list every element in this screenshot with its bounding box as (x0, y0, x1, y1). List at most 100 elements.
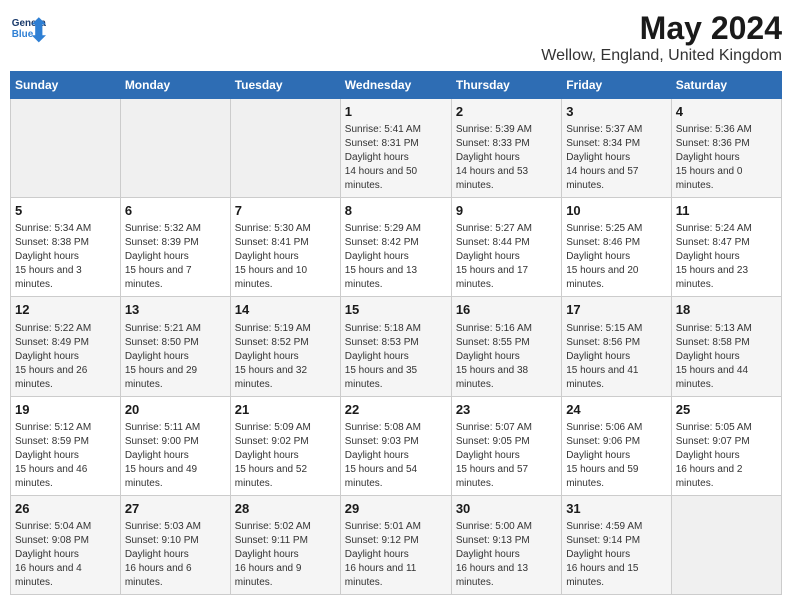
day-detail: Sunrise: 5:32 AMSunset: 8:39 PMDaylight … (125, 222, 226, 292)
day-number: 8 (345, 202, 447, 220)
calendar-day-cell: 16Sunrise: 5:16 AMSunset: 8:55 PMDayligh… (451, 297, 561, 396)
day-number: 24 (566, 401, 667, 419)
calendar-table: SundayMondayTuesdayWednesdayThursdayFrid… (10, 71, 782, 595)
day-number: 1 (345, 103, 447, 121)
day-number: 11 (676, 202, 777, 220)
calendar-week-row: 19 Sunrise: 5:12 AMSunset: 8:59 PMDayligh… (11, 396, 782, 495)
day-header-thursday: Thursday (451, 72, 561, 99)
calendar-day-cell: 8 Sunrise: 5:29 AMSunset: 8:42 PMDaylight… (340, 198, 451, 297)
day-detail: Sunrise: 5:04 AMSunset: 9:08 PMDaylight … (15, 520, 116, 590)
calendar-day-cell: 26 Sunrise: 5:04 AMSunset: 9:08 PMDayligh… (11, 495, 121, 594)
calendar-day-cell: 7 Sunrise: 5:30 AMSunset: 8:41 PMDaylight… (230, 198, 340, 297)
calendar-day-cell: 13Sunrise: 5:21 AMSunset: 8:50 PMDayligh… (120, 297, 230, 396)
day-header-friday: Friday (562, 72, 672, 99)
calendar-day-cell: 2 Sunrise: 5:39 AMSunset: 8:33 PMDaylight… (451, 99, 561, 198)
day-number: 21 (235, 401, 336, 419)
calendar-day-cell: 12Sunrise: 5:22 AMSunset: 8:49 PMDayligh… (11, 297, 121, 396)
day-number: 19 (15, 401, 116, 419)
day-detail: Sunrise: 5:37 AMSunset: 8:34 PMDaylight … (566, 123, 667, 193)
day-number: 3 (566, 103, 667, 121)
calendar-day-cell: 9 Sunrise: 5:27 AMSunset: 8:44 PMDaylight… (451, 198, 561, 297)
day-detail: Sunrise: 5:13 AMSunset: 8:58 PMDaylight … (676, 322, 777, 392)
day-number: 20 (125, 401, 226, 419)
day-detail: Sunrise: 5:21 AMSunset: 8:50 PMDaylight … (125, 322, 226, 392)
day-detail: Sunrise: 5:12 AMSunset: 8:59 PMDaylight … (15, 421, 116, 491)
day-detail: Sunrise: 5:36 AMSunset: 8:36 PMDaylight … (676, 123, 777, 193)
calendar-day-cell: 20 Sunrise: 5:11 AMSunset: 9:00 PMDayligh… (120, 396, 230, 495)
calendar-day-cell: 1 Sunrise: 5:41 AMSunset: 8:31 PMDaylight… (340, 99, 451, 198)
calendar-day-cell: 22Sunrise: 5:08 AMSunset: 9:03 PMDayligh… (340, 396, 451, 495)
calendar-day-cell: 23 Sunrise: 5:07 AMSunset: 9:05 PMDayligh… (451, 396, 561, 495)
calendar-day-cell (671, 495, 781, 594)
day-detail: Sunrise: 5:16 AMSunset: 8:55 PMDaylight … (456, 322, 557, 392)
calendar-day-cell: 15Sunrise: 5:18 AMSunset: 8:53 PMDayligh… (340, 297, 451, 396)
calendar-day-cell: 17 Sunrise: 5:15 AMSunset: 8:56 PMDayligh… (562, 297, 672, 396)
calendar-day-cell: 10Sunrise: 5:25 AMSunset: 8:46 PMDayligh… (562, 198, 672, 297)
day-number: 14 (235, 301, 336, 319)
calendar-week-row: 26 Sunrise: 5:04 AMSunset: 9:08 PMDayligh… (11, 495, 782, 594)
calendar-day-cell: 11Sunrise: 5:24 AMSunset: 8:47 PMDayligh… (671, 198, 781, 297)
calendar-day-cell (120, 99, 230, 198)
calendar-day-cell: 25Sunrise: 5:05 AMSunset: 9:07 PMDayligh… (671, 396, 781, 495)
calendar-day-cell: 27Sunrise: 5:03 AMSunset: 9:10 PMDayligh… (120, 495, 230, 594)
calendar-day-cell: 21 Sunrise: 5:09 AMSunset: 9:02 PMDayligh… (230, 396, 340, 495)
day-header-tuesday: Tuesday (230, 72, 340, 99)
day-detail: Sunrise: 5:30 AMSunset: 8:41 PMDaylight … (235, 222, 336, 292)
calendar-day-cell: 31 Sunrise: 4:59 AMSunset: 9:14 PMDayligh… (562, 495, 672, 594)
day-number: 4 (676, 103, 777, 121)
day-number: 23 (456, 401, 557, 419)
logo: General Blue (10, 10, 50, 46)
day-number: 29 (345, 500, 447, 518)
day-number: 5 (15, 202, 116, 220)
month-year-title: May 2024 (541, 10, 782, 47)
title-block: May 2024 Wellow, England, United Kingdom (541, 10, 782, 65)
calendar-week-row: 1 Sunrise: 5:41 AMSunset: 8:31 PMDaylight… (11, 99, 782, 198)
day-detail: Sunrise: 5:09 AMSunset: 9:02 PMDaylight … (235, 421, 336, 491)
day-detail: Sunrise: 4:59 AMSunset: 9:14 PMDaylight … (566, 520, 667, 590)
day-detail: Sunrise: 5:39 AMSunset: 8:33 PMDaylight … (456, 123, 557, 193)
calendar-day-cell: 30Sunrise: 5:00 AMSunset: 9:13 PMDayligh… (451, 495, 561, 594)
day-detail: Sunrise: 5:18 AMSunset: 8:53 PMDaylight … (345, 322, 447, 392)
calendar-day-cell: 5 Sunrise: 5:34 AMSunset: 8:38 PMDaylight… (11, 198, 121, 297)
day-number: 17 (566, 301, 667, 319)
day-header-sunday: Sunday (11, 72, 121, 99)
day-number: 2 (456, 103, 557, 121)
logo-icon: General Blue (10, 10, 46, 46)
location-subtitle: Wellow, England, United Kingdom (541, 47, 782, 65)
day-detail: Sunrise: 5:34 AMSunset: 8:38 PMDaylight … (15, 222, 116, 292)
day-detail: Sunrise: 5:41 AMSunset: 8:31 PMDaylight … (345, 123, 447, 193)
calendar-day-cell: 6Sunrise: 5:32 AMSunset: 8:39 PMDaylight… (120, 198, 230, 297)
day-number: 7 (235, 202, 336, 220)
day-number: 22 (345, 401, 447, 419)
day-header-monday: Monday (120, 72, 230, 99)
day-detail: Sunrise: 5:29 AMSunset: 8:42 PMDaylight … (345, 222, 447, 292)
day-detail: Sunrise: 5:22 AMSunset: 8:49 PMDaylight … (15, 322, 116, 392)
day-detail: Sunrise: 5:19 AMSunset: 8:52 PMDaylight … (235, 322, 336, 392)
day-number: 28 (235, 500, 336, 518)
calendar-day-cell: 4 Sunrise: 5:36 AMSunset: 8:36 PMDaylight… (671, 99, 781, 198)
day-detail: Sunrise: 5:27 AMSunset: 8:44 PMDaylight … (456, 222, 557, 292)
day-detail: Sunrise: 5:11 AMSunset: 9:00 PMDaylight … (125, 421, 226, 491)
calendar-day-cell: 19 Sunrise: 5:12 AMSunset: 8:59 PMDayligh… (11, 396, 121, 495)
day-detail: Sunrise: 5:15 AMSunset: 8:56 PMDaylight … (566, 322, 667, 392)
calendar-day-cell (230, 99, 340, 198)
day-detail: Sunrise: 5:06 AMSunset: 9:06 PMDaylight … (566, 421, 667, 491)
calendar-week-row: 12Sunrise: 5:22 AMSunset: 8:49 PMDayligh… (11, 297, 782, 396)
day-number: 27 (125, 500, 226, 518)
svg-text:Blue: Blue (12, 29, 34, 40)
day-header-wednesday: Wednesday (340, 72, 451, 99)
day-detail: Sunrise: 5:01 AMSunset: 9:12 PMDaylight … (345, 520, 447, 590)
day-number: 18 (676, 301, 777, 319)
calendar-header-row: SundayMondayTuesdayWednesdayThursdayFrid… (11, 72, 782, 99)
day-header-saturday: Saturday (671, 72, 781, 99)
calendar-day-cell: 29 Sunrise: 5:01 AMSunset: 9:12 PMDayligh… (340, 495, 451, 594)
calendar-day-cell: 14 Sunrise: 5:19 AMSunset: 8:52 PMDayligh… (230, 297, 340, 396)
day-number: 10 (566, 202, 667, 220)
calendar-week-row: 5 Sunrise: 5:34 AMSunset: 8:38 PMDaylight… (11, 198, 782, 297)
calendar-day-cell: 3 Sunrise: 5:37 AMSunset: 8:34 PMDaylight… (562, 99, 672, 198)
day-detail: Sunrise: 5:00 AMSunset: 9:13 PMDaylight … (456, 520, 557, 590)
day-number: 31 (566, 500, 667, 518)
day-number: 9 (456, 202, 557, 220)
day-number: 26 (15, 500, 116, 518)
day-detail: Sunrise: 5:07 AMSunset: 9:05 PMDaylight … (456, 421, 557, 491)
